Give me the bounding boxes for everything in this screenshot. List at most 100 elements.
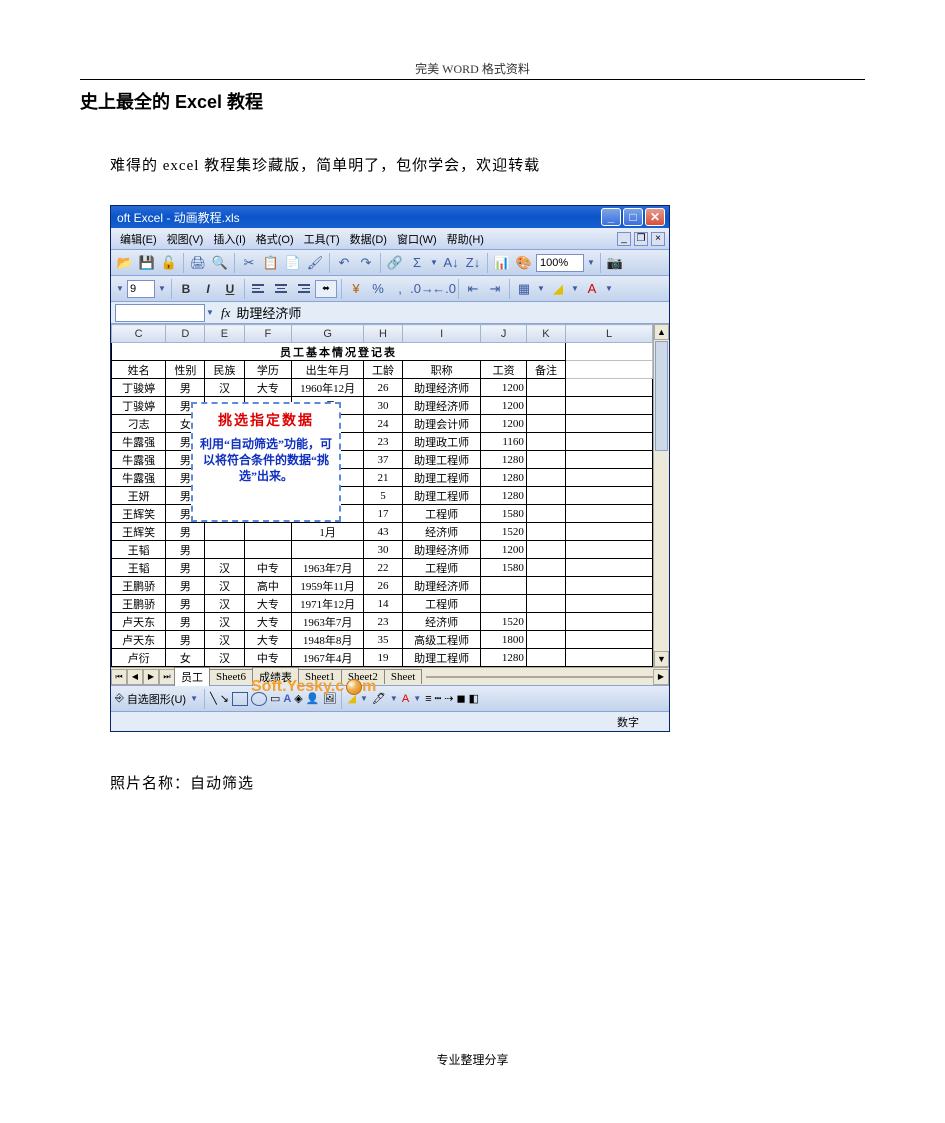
data-cell[interactable]: 女: [166, 649, 205, 667]
tab-nav-first-icon[interactable]: ⏮: [111, 669, 127, 685]
data-cell[interactable]: 男: [166, 523, 205, 541]
data-cell[interactable]: [526, 433, 565, 451]
print-icon[interactable]: 🖨: [188, 253, 208, 273]
data-cell[interactable]: 男: [166, 559, 205, 577]
data-cell[interactable]: 1280: [481, 649, 527, 667]
data-cell[interactable]: 汉: [205, 613, 244, 631]
data-cell[interactable]: [526, 415, 565, 433]
underline-button[interactable]: U: [220, 279, 240, 299]
data-cell[interactable]: [526, 379, 565, 397]
menu-edit[interactable]: 编辑(E): [115, 229, 162, 249]
data-cell[interactable]: 23: [363, 433, 402, 451]
data-cell[interactable]: 助理经济师: [403, 397, 481, 415]
data-cell[interactable]: 男: [166, 631, 205, 649]
sheet-tab[interactable]: 员工: [174, 667, 210, 686]
doc-restore-button[interactable]: ❐: [634, 232, 648, 246]
data-cell[interactable]: 工程师: [403, 559, 481, 577]
data-cell[interactable]: 22: [363, 559, 402, 577]
bold-button[interactable]: B: [176, 279, 196, 299]
data-cell[interactable]: 王鹏骄: [112, 577, 166, 595]
data-cell[interactable]: 王韬: [112, 541, 166, 559]
data-cell[interactable]: 牛露强: [112, 433, 166, 451]
menu-data[interactable]: 数据(D): [345, 229, 392, 249]
permission-icon[interactable]: 🔓: [159, 253, 179, 273]
fx-icon[interactable]: fx: [215, 305, 236, 321]
scroll-right-icon[interactable]: ▶: [653, 669, 669, 685]
data-cell[interactable]: 牛露强: [112, 469, 166, 487]
data-cell[interactable]: 1520: [481, 523, 527, 541]
arrow-icon[interactable]: ↘: [220, 692, 229, 705]
data-cell[interactable]: 30: [363, 397, 402, 415]
open-icon[interactable]: 📂: [115, 253, 135, 273]
data-cell[interactable]: 助理工程师: [403, 451, 481, 469]
data-cell[interactable]: 王辉笑: [112, 523, 166, 541]
data-cell[interactable]: 1280: [481, 469, 527, 487]
font-color-draw-icon[interactable]: A: [402, 693, 409, 705]
fill-dropdown-icon[interactable]: ▼: [570, 284, 580, 293]
data-cell[interactable]: 大专: [244, 631, 292, 649]
data-cell[interactable]: 王辉笑: [112, 505, 166, 523]
data-cell[interactable]: 1200: [481, 415, 527, 433]
autoshapes-menu[interactable]: 自选图形(U): [127, 691, 186, 707]
paste-icon[interactable]: 📄: [283, 253, 303, 273]
data-cell[interactable]: 大专: [244, 379, 292, 397]
close-button[interactable]: ✕: [645, 208, 665, 226]
data-cell[interactable]: [244, 541, 292, 559]
data-cell[interactable]: 男: [166, 595, 205, 613]
data-cell[interactable]: [526, 469, 565, 487]
data-cell[interactable]: 男: [166, 577, 205, 595]
data-cell[interactable]: 汉: [205, 577, 244, 595]
name-box[interactable]: [115, 304, 205, 322]
horizontal-scrollbar[interactable]: [426, 676, 653, 678]
font-color-dropdown-icon[interactable]: ▼: [604, 284, 614, 293]
increase-indent-icon[interactable]: ⇥: [485, 279, 505, 299]
scroll-up-icon[interactable]: ▲: [654, 324, 669, 340]
data-cell[interactable]: 卢衍: [112, 649, 166, 667]
align-center-button[interactable]: [271, 279, 291, 299]
chart-icon[interactable]: 📊: [492, 253, 512, 273]
empty-cell[interactable]: [566, 487, 653, 505]
data-cell[interactable]: 1280: [481, 451, 527, 469]
borders-icon[interactable]: ▦: [514, 279, 534, 299]
menu-help[interactable]: 帮助(H): [442, 229, 489, 249]
data-cell[interactable]: 男: [166, 613, 205, 631]
autoshapes-dropdown-icon[interactable]: ▼: [189, 694, 199, 703]
data-cell[interactable]: 高级工程师: [403, 631, 481, 649]
empty-cell[interactable]: [566, 631, 653, 649]
empty-cell[interactable]: [566, 505, 653, 523]
data-cell[interactable]: [205, 523, 244, 541]
draw-menu-icon[interactable]: ⎆: [115, 692, 124, 705]
data-cell[interactable]: [526, 505, 565, 523]
data-cell[interactable]: 汉: [205, 631, 244, 649]
3d-icon[interactable]: ◧: [469, 692, 479, 705]
comma-icon[interactable]: ,: [390, 279, 410, 299]
increase-decimal-icon[interactable]: .0→: [412, 279, 432, 299]
vertical-scrollbar[interactable]: ▲ ▼: [653, 324, 669, 667]
data-cell[interactable]: 1580: [481, 559, 527, 577]
data-cell[interactable]: 1160: [481, 433, 527, 451]
minimize-button[interactable]: _: [601, 208, 621, 226]
data-cell[interactable]: [526, 541, 565, 559]
data-cell[interactable]: 中专: [244, 649, 292, 667]
data-cell[interactable]: 5: [363, 487, 402, 505]
data-cell[interactable]: 助理经济师: [403, 379, 481, 397]
tab-nav-prev-icon[interactable]: ◀: [127, 669, 143, 685]
data-cell[interactable]: 19: [363, 649, 402, 667]
data-cell[interactable]: 王韬: [112, 559, 166, 577]
data-cell[interactable]: 23: [363, 613, 402, 631]
shadow-icon[interactable]: ◼: [456, 692, 465, 705]
data-cell[interactable]: 14: [363, 595, 402, 613]
fill-color-icon[interactable]: ◢: [548, 279, 568, 299]
col-header[interactable]: C: [112, 325, 166, 343]
col-header[interactable]: E: [205, 325, 244, 343]
rectangle-icon[interactable]: [232, 692, 248, 706]
empty-cell[interactable]: [566, 415, 653, 433]
data-cell[interactable]: 中专: [244, 559, 292, 577]
doc-minimize-button[interactable]: _: [617, 232, 631, 246]
tab-nav-next-icon[interactable]: ▶: [143, 669, 159, 685]
italic-button[interactable]: I: [198, 279, 218, 299]
autosum-icon[interactable]: Σ: [407, 253, 427, 273]
doc-close-button[interactable]: ×: [651, 232, 665, 246]
drawing-icon[interactable]: 🎨: [514, 253, 534, 273]
data-cell[interactable]: 1963年7月: [292, 613, 364, 631]
